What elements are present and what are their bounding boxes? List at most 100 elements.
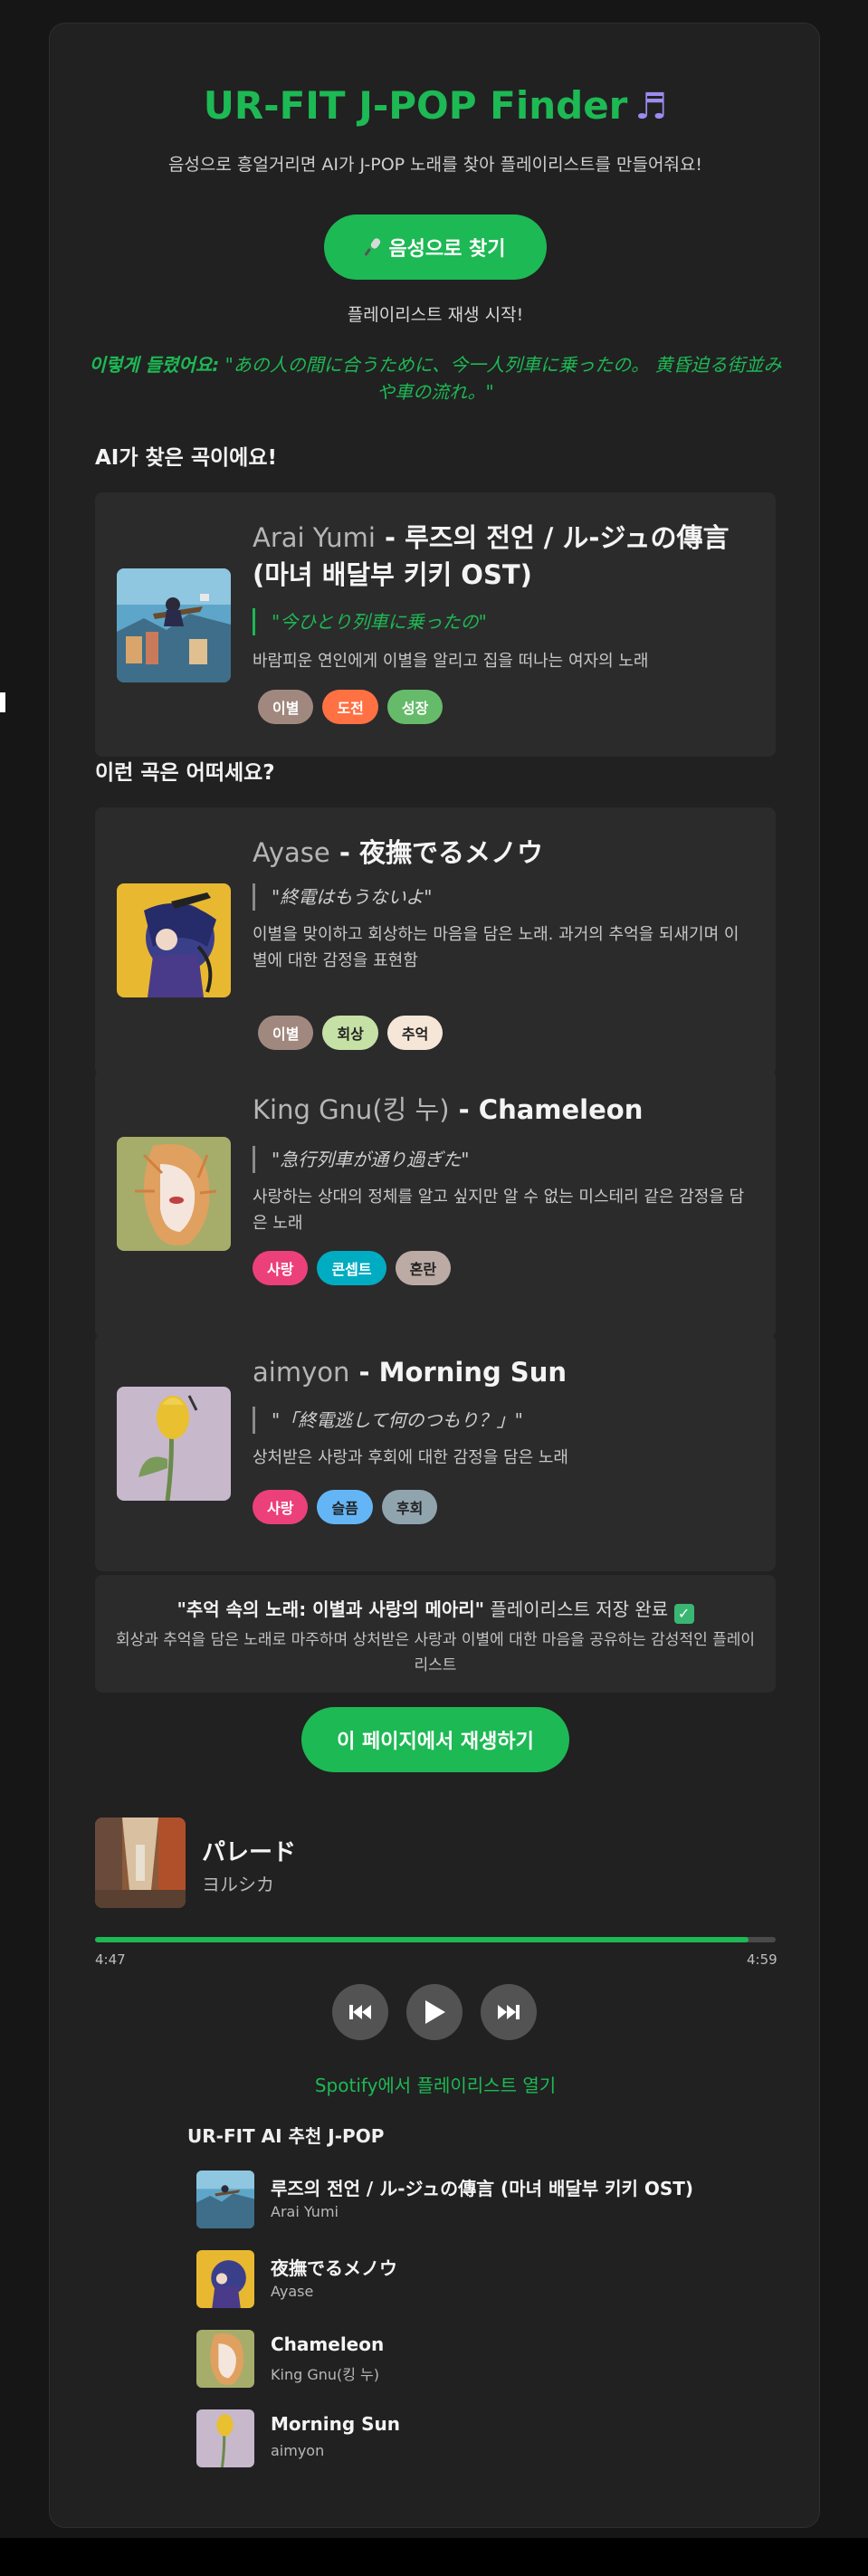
found-song-card[interactable]: Arai Yumi - 루즈의 전언 / ル-ジュの傳言 (마녀 배달부 키키 …	[95, 492, 776, 757]
song-description: 이별을 맞이하고 회상하는 마음을 담은 노래. 과거의 추억을 되새기며 이별…	[253, 925, 739, 970]
playlist-item-art	[196, 2330, 254, 2388]
song-lyric: "終電はもうないよ"	[253, 883, 432, 911]
playlist-item-name: Morning Sun	[271, 2413, 400, 2435]
next-button[interactable]	[481, 1984, 537, 2040]
album-art-ayase	[117, 883, 231, 997]
now-playing-title: パレード	[202, 1839, 297, 1866]
song-name: Chameleon	[478, 1094, 644, 1125]
recommend-song-card[interactable]: King Gnu(킹 누) - Chameleon "急行列車が通り過ぎた" 사…	[95, 1070, 776, 1338]
heard-text: 이렇게 들렸어요: "あの人の間に合うために、今一人列車に乗ったの。 黄昏迫る街…	[86, 351, 785, 405]
tag: 혼란	[395, 1251, 452, 1285]
playlist-item-art	[196, 2409, 254, 2467]
album-art-chameleon	[117, 1137, 231, 1251]
now-playing-art	[95, 1818, 186, 1908]
playlist-item[interactable]: Morning Sun aimyon	[196, 2409, 703, 2469]
playlist-description: 회상과 추억을 담은 노래로 마주하며 상처받은 사랑과 이별에 대한 마음을 …	[115, 1631, 756, 1674]
next-icon	[498, 2003, 520, 2021]
title-separator: -	[358, 1357, 370, 1388]
song-tags: 이별 회상 추억	[258, 1016, 444, 1050]
heard-transcript: "あの人の間に合うために、今一人列車に乗ったの。 黄昏迫る街並みや車の流れ。"	[224, 354, 782, 403]
music-note-icon: ♬	[634, 86, 668, 128]
play-button[interactable]	[406, 1984, 463, 2040]
tag: 후회	[381, 1490, 438, 1524]
song-artist: King Gnu(킹 누)	[253, 1094, 450, 1125]
playlist-item-art	[196, 2250, 254, 2308]
song-description: 상처받은 사랑과 후회에 대한 감정을 담은 노래	[253, 1448, 568, 1467]
song-title: aimyon - Morning Sun	[253, 1354, 759, 1391]
song-artist: Ayase	[253, 837, 330, 868]
page-bottom-strip	[0, 2538, 868, 2576]
playlist-item[interactable]: Chameleon King Gnu(킹 누)	[196, 2330, 703, 2390]
tag: 회상	[322, 1016, 378, 1050]
song-name: Morning Sun	[378, 1357, 567, 1388]
saved-text: 플레이리스트 저장 완료	[490, 1598, 669, 1620]
playlist-item[interactable]: 夜撫でるメノウ Ayase	[196, 2250, 703, 2310]
song-lyric: "急行列車が通り過ぎた"	[253, 1146, 469, 1173]
tag: 콘셉트	[317, 1251, 386, 1285]
song-artist: Arai Yumi	[253, 522, 376, 553]
tag: 이별	[258, 1016, 314, 1050]
found-section-title: AI가 찾은 곡이에요!	[95, 446, 277, 470]
tag: 사랑	[253, 1490, 309, 1524]
title-separator: -	[339, 837, 350, 868]
song-title: King Gnu(킹 누) - Chameleon	[253, 1092, 759, 1129]
playlist-item-artist: aimyon	[271, 2442, 325, 2459]
playlist-item[interactable]: 루즈의 전언 / ル-ジュの傳言 (마녀 배달부 키키 OST) Arai Yu…	[196, 2171, 703, 2230]
playlist-name: "추억 속의 노래: 이별과 사랑의 메아리"	[176, 1598, 485, 1620]
play-icon	[424, 2000, 445, 2024]
song-tags: 사랑 슬픔 후회	[253, 1490, 438, 1524]
recommend-section-title: 이런 곡은 어떠세요?	[95, 761, 275, 785]
app-title: UR-FIT J-POP Finder ♬	[50, 83, 821, 128]
playlist-item-name: 夜撫でるメノウ	[271, 2257, 397, 2279]
scroll-marker	[0, 692, 5, 712]
song-tags: 사랑 콘셉트 혼란	[253, 1251, 452, 1285]
tag: 추억	[386, 1016, 444, 1050]
status-text: 플레이리스트 재생 시작!	[347, 305, 524, 325]
progress-bar[interactable]	[95, 1937, 776, 1942]
now-playing-artist: ヨルシカ	[202, 1874, 274, 1895]
voice-search-button[interactable]: 음성으로 찾기	[324, 215, 547, 280]
elapsed-time: 4:47	[95, 1951, 126, 1968]
app-subtitle: 음성으로 흥얼거리면 AI가 J-POP 노래를 찾아 플레이리스트를 만들어줘…	[167, 155, 703, 175]
song-lyric: "「終電逃して何のつもり？」"	[253, 1407, 523, 1434]
tag: 이별	[258, 690, 314, 724]
album-art-kiki	[117, 568, 231, 682]
spotify-playlist-link[interactable]: Spotify에서 플레이리스트 열기	[50, 2071, 821, 2097]
voice-search-label: 음성으로 찾기	[388, 238, 506, 261]
play-on-page-button[interactable]: 이 페이지에서 재생하기	[301, 1707, 569, 1772]
previous-button[interactable]	[332, 1984, 388, 2040]
saved-headline: "추억 속의 노래: 이별과 사랑의 메아리" 플레이리스트 저장 완료 ✓	[95, 1595, 776, 1624]
playlist-item-name: 루즈의 전언 / ル-ジュの傳言 (마녀 배달부 키키 OST)	[271, 2178, 694, 2199]
title-separator: -	[385, 522, 396, 553]
playlist-item-artist: King Gnu(킹 누)	[271, 2366, 380, 2383]
playlist-item-artist: Arai Yumi	[271, 2203, 339, 2220]
title-separator: -	[458, 1094, 470, 1125]
microphone-icon	[365, 238, 381, 256]
heard-label: 이렇게 들렸어요:	[89, 354, 220, 376]
song-title: Ayase - 夜撫でるメノウ	[253, 835, 759, 872]
playlist-item-artist: Ayase	[271, 2283, 314, 2300]
song-description: 바람피운 연인에게 이별을 알리고 집을 떠나는 여자의 노래	[253, 652, 649, 671]
app-card: UR-FIT J-POP Finder ♬ 음성으로 흥얼거리면 AI가 J-PO…	[49, 23, 820, 2528]
song-name: 夜撫でるメノウ	[359, 837, 544, 868]
check-box-icon: ✓	[673, 1604, 694, 1624]
app-title-text: UR-FIT J-POP Finder	[203, 83, 628, 128]
song-artist: aimyon	[253, 1357, 350, 1388]
tag: 도전	[322, 690, 378, 724]
duration-time: 4:59	[747, 1951, 777, 1968]
song-tags: 이별 도전 성장	[258, 690, 444, 724]
playlist-saved-box: "추억 속의 노래: 이별과 사랑의 메아리" 플레이리스트 저장 완료 ✓ 회…	[95, 1575, 776, 1693]
progress-fill	[95, 1937, 749, 1942]
recommend-song-card[interactable]: aimyon - Morning Sun "「終電逃して何のつもり？」" 상처받…	[95, 1334, 776, 1571]
playlist-title: UR-FIT AI 추천 J-POP	[187, 2125, 385, 2147]
recommend-song-card[interactable]: Ayase - 夜撫でるメノウ "終電はもうないよ" 이별을 맞이하고 회상하는…	[95, 807, 776, 1075]
playlist-item-name: Chameleon	[271, 2333, 385, 2355]
tag: 사랑	[253, 1251, 309, 1285]
tag: 슬픔	[317, 1490, 373, 1524]
playlist-item-art	[196, 2171, 254, 2228]
song-description: 사랑하는 상대의 정체를 알고 싶지만 알 수 없는 미스테리 같은 감정을 담…	[253, 1188, 745, 1233]
song-lyric: "今ひとり列車に乗ったの"	[253, 608, 487, 635]
album-art-morning-sun	[117, 1387, 231, 1501]
song-title: Arai Yumi - 루즈의 전언 / ル-ジュの傳言 (마녀 배달부 키키 …	[253, 520, 759, 594]
tag: 성장	[386, 690, 444, 724]
